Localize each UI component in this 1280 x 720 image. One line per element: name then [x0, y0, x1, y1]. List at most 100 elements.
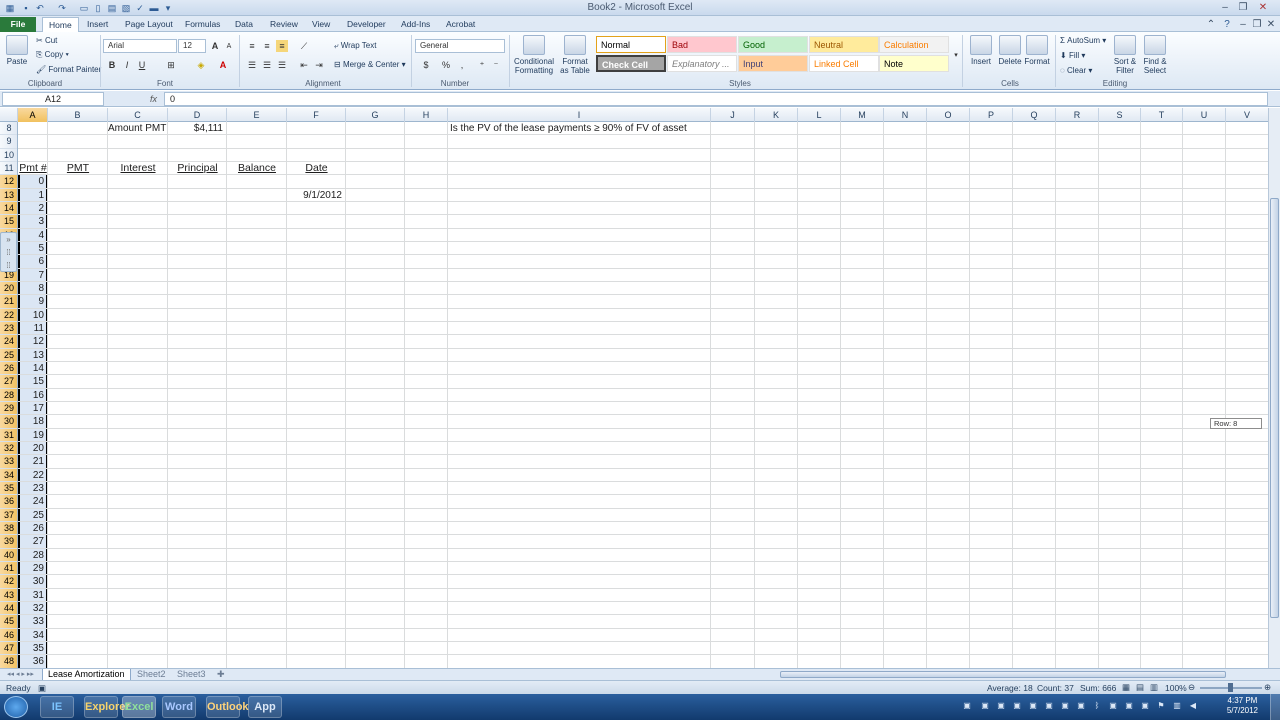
- pmt-number-cell[interactable]: 6: [18, 255, 44, 268]
- bluetooth-icon[interactable]: ᛒ: [1092, 701, 1102, 711]
- explorer-taskbar-icon[interactable]: Explorer: [84, 696, 130, 718]
- tab-view[interactable]: View: [306, 17, 336, 32]
- column-header-t[interactable]: T: [1141, 108, 1183, 122]
- tab-add-ins[interactable]: Add-Ins: [395, 17, 436, 32]
- column-header-k[interactable]: K: [755, 108, 798, 122]
- percent-button[interactable]: %: [440, 59, 452, 71]
- row-header-22[interactable]: 22: [0, 308, 17, 322]
- normal-view-icon[interactable]: ▦: [1122, 682, 1130, 693]
- pmt-number-cell[interactable]: 15: [18, 375, 44, 388]
- help-icon[interactable]: ?: [1220, 18, 1234, 31]
- pmt-number-cell[interactable]: 31: [18, 589, 44, 602]
- tray-icon[interactable]: ▣: [1044, 701, 1054, 711]
- zoom-level[interactable]: 100%: [1165, 683, 1187, 693]
- borders-icon[interactable]: ⊞: [165, 59, 177, 71]
- tray-icon[interactable]: ▣: [1124, 701, 1134, 711]
- row-header-42[interactable]: 42: [0, 575, 17, 589]
- style-neutral[interactable]: Neutral: [809, 36, 879, 53]
- tray-icon[interactable]: ▣: [1140, 701, 1150, 711]
- pmt-number-cell[interactable]: 23: [18, 482, 44, 495]
- merge-center-button[interactable]: ⊟ Merge & Center ▾: [334, 60, 406, 69]
- style-normal[interactable]: Normal: [596, 36, 666, 53]
- column-header-l[interactable]: L: [798, 108, 841, 122]
- align-right-icon[interactable]: ☰: [276, 59, 288, 71]
- increase-indent-icon[interactable]: ⇥: [313, 59, 325, 71]
- row-header-11[interactable]: 11: [0, 162, 17, 176]
- clear-button[interactable]: ◌ Clear ▾: [1060, 66, 1092, 75]
- column-title-principal[interactable]: Principal: [168, 162, 227, 175]
- format-as-table-button[interactable]: Format as Table: [558, 35, 592, 75]
- number-format-select[interactable]: General: [415, 39, 505, 53]
- increase-decimal-icon[interactable]: ⁺: [476, 59, 488, 71]
- font-color-icon[interactable]: A: [217, 59, 229, 71]
- row-header-41[interactable]: 41: [0, 561, 17, 576]
- row-header-12[interactable]: 12: [0, 175, 17, 189]
- column-header-a[interactable]: A: [18, 108, 48, 122]
- column-title-pmt[interactable]: PMT: [48, 162, 108, 175]
- style-explanatory[interactable]: Explanatory ...: [667, 55, 737, 72]
- sort-filter-button[interactable]: Sort & Filter: [1110, 35, 1140, 75]
- row-header-8[interactable]: 8: [0, 122, 17, 136]
- insert-button[interactable]: Insert: [967, 35, 995, 66]
- row-header-43[interactable]: 43: [0, 588, 17, 602]
- format-painter-button[interactable]: 🖌 Format Painter: [36, 65, 101, 74]
- restore-icon[interactable]: ❐: [1236, 1, 1250, 14]
- excel-taskbar-icon[interactable]: Excel: [122, 696, 156, 718]
- decrease-indent-icon[interactable]: ⇤: [298, 59, 310, 71]
- row-header-29[interactable]: 29: [0, 401, 17, 416]
- row-header-40[interactable]: 40: [0, 548, 17, 562]
- row-header-39[interactable]: 39: [0, 535, 17, 549]
- close-icon[interactable]: ✕: [1256, 1, 1270, 14]
- zoom-in-icon[interactable]: ⊕: [1264, 682, 1271, 693]
- tab-file[interactable]: File: [0, 17, 36, 32]
- pmt-number-cell[interactable]: 14: [18, 362, 44, 375]
- column-header-e[interactable]: E: [227, 108, 287, 122]
- underline-button[interactable]: U: [136, 59, 148, 71]
- find-select-button[interactable]: Find & Select: [1140, 35, 1170, 75]
- pmt-number-cell[interactable]: 26: [18, 522, 44, 535]
- system-clock[interactable]: 4:37 PM 5/7/2012: [1227, 696, 1258, 716]
- row-header-33[interactable]: 33: [0, 455, 17, 469]
- pmt-number-cell[interactable]: 7: [18, 269, 44, 282]
- style-bad[interactable]: Bad: [667, 36, 737, 53]
- worksheet-grid[interactable]: Amount PMT $4,111 Is the PV of the lease p…: [18, 122, 1268, 668]
- align-left-icon[interactable]: ☰: [246, 59, 258, 71]
- column-header-h[interactable]: H: [405, 108, 448, 122]
- row-header-37[interactable]: 37: [0, 508, 17, 522]
- pmt-number-cell[interactable]: 11: [18, 322, 44, 335]
- select-all-corner[interactable]: [0, 108, 18, 122]
- align-bottom-icon[interactable]: ≡: [276, 40, 288, 52]
- column-header-s[interactable]: S: [1099, 108, 1141, 122]
- side-panel-icon[interactable]: » ⁞⁞ ⁞⁞: [0, 232, 17, 272]
- row-header-47[interactable]: 47: [0, 641, 17, 656]
- pmt-number-cell[interactable]: 21: [18, 455, 44, 468]
- start-date-cell[interactable]: 9/1/2012: [287, 189, 342, 202]
- row-header-24[interactable]: 24: [0, 335, 17, 349]
- pmt-number-cell[interactable]: 22: [18, 469, 44, 482]
- copy-button[interactable]: ⎘ Copy ▾: [36, 50, 69, 60]
- tab-acrobat[interactable]: Acrobat: [440, 17, 481, 32]
- row-header-26[interactable]: 26: [0, 361, 17, 376]
- paste-button[interactable]: Paste: [4, 35, 30, 66]
- column-title-pmt[interactable]: Pmt #: [18, 162, 48, 175]
- minimize-icon[interactable]: –: [1218, 1, 1232, 14]
- font-size-select[interactable]: 12: [178, 39, 206, 53]
- tab-developer[interactable]: Developer: [341, 17, 392, 32]
- gallery-more-icon[interactable]: ▾: [950, 50, 962, 62]
- pmt-number-cell[interactable]: 34: [18, 629, 44, 642]
- tray-icon[interactable]: ▣: [980, 701, 990, 711]
- pmt-number-cell[interactable]: 8: [18, 282, 44, 295]
- style-input[interactable]: Input: [738, 55, 808, 72]
- pmt-number-cell[interactable]: 36: [18, 655, 44, 668]
- outlook-taskbar-icon[interactable]: Outlook: [206, 696, 249, 718]
- ribbon-minimize-icon[interactable]: ⌃: [1204, 18, 1218, 31]
- column-header-i[interactable]: I: [448, 108, 711, 122]
- pmt-number-cell[interactable]: 20: [18, 442, 44, 455]
- fill-color-icon[interactable]: ◈: [195, 59, 207, 71]
- pmt-number-cell[interactable]: 28: [18, 549, 44, 562]
- amount-pmt-label[interactable]: Amount PMT: [108, 122, 166, 135]
- page-break-view-icon[interactable]: ▥: [1150, 682, 1158, 693]
- pmt-number-cell[interactable]: 30: [18, 575, 44, 588]
- ie-taskbar-icon[interactable]: IE: [40, 696, 74, 718]
- book-close-icon[interactable]: ✕: [1264, 18, 1278, 31]
